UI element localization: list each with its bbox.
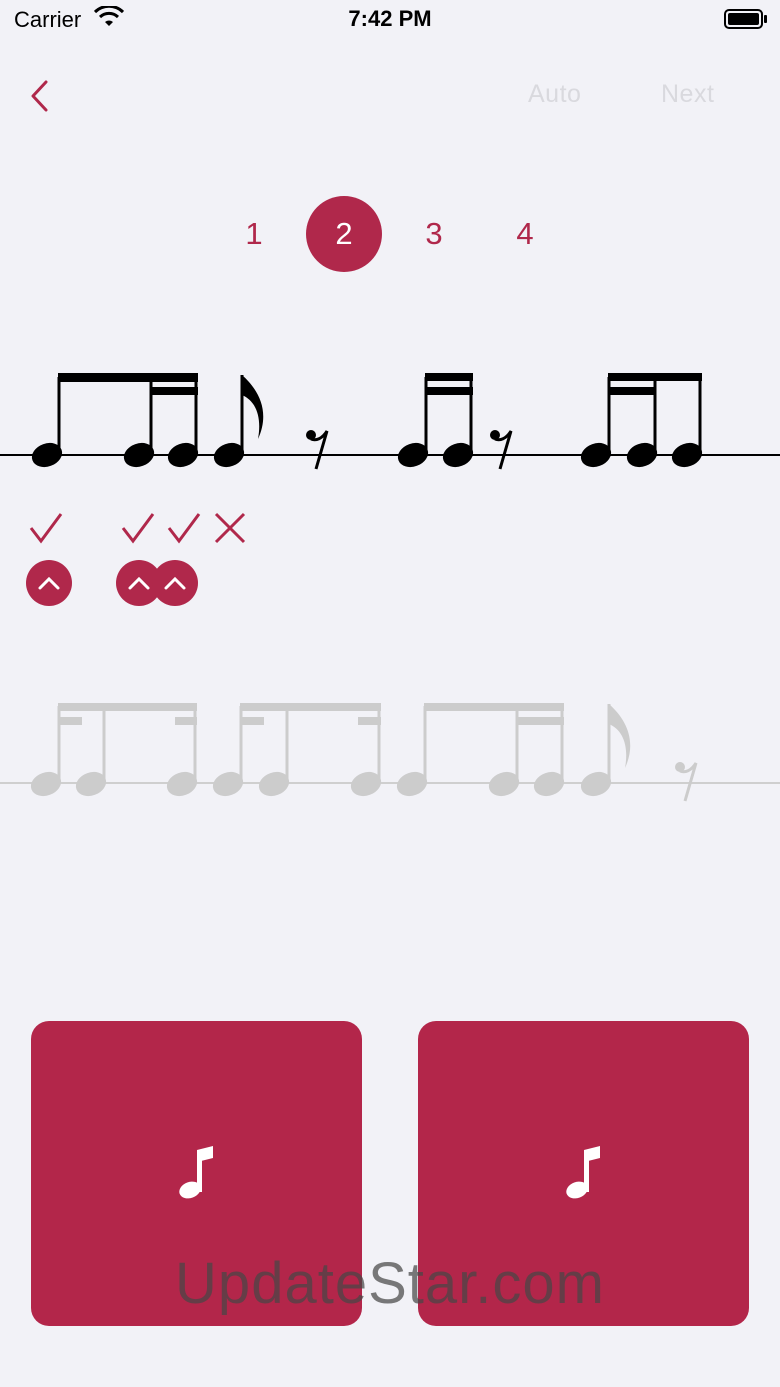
- hit-badge: [26, 560, 72, 606]
- eighth-note: [213, 375, 264, 468]
- cross-icon: [214, 512, 246, 544]
- chevron-left-icon: [31, 80, 48, 112]
- check-icon: [29, 513, 63, 544]
- music-note-icon: [178, 1145, 213, 1198]
- tap-feedback: [0, 505, 780, 615]
- eighth-rest: [675, 762, 698, 802]
- nav-bar: Auto Next: [0, 60, 780, 130]
- chevron-up-icon: [128, 576, 150, 590]
- status-bar: Carrier 7:42 PM: [0, 0, 780, 40]
- exercise-pager: 1 2 3 4: [0, 196, 780, 272]
- page-3-button[interactable]: 3: [396, 196, 472, 272]
- upcoming-rhythm-staff: [0, 703, 780, 802]
- clock: 7:42 PM: [348, 6, 432, 31]
- next-button[interactable]: Next: [661, 80, 714, 109]
- back-button[interactable]: [22, 74, 56, 118]
- current-rhythm-staff: [0, 373, 780, 470]
- hit-badge: [152, 560, 198, 606]
- eighth-rest: [306, 430, 329, 470]
- chevron-up-icon: [38, 576, 60, 590]
- page-4-button[interactable]: 4: [487, 196, 563, 272]
- note-group-b: [212, 703, 382, 797]
- note-group-c: [396, 703, 565, 797]
- eighth-note: [580, 704, 631, 797]
- check-icon: [167, 513, 201, 544]
- page-1-button[interactable]: 1: [216, 196, 292, 272]
- note-group-3: [580, 373, 703, 468]
- check-icon: [121, 513, 155, 544]
- music-note-icon: [565, 1145, 600, 1198]
- watermark: UpdateStar.com: [175, 1251, 605, 1316]
- battery-icon: [724, 9, 767, 29]
- eighth-rest: [490, 430, 513, 470]
- page-2-button[interactable]: 2: [306, 196, 382, 272]
- chevron-up-icon: [164, 576, 186, 590]
- note-group-a: [30, 703, 198, 797]
- auto-button[interactable]: Auto: [528, 80, 581, 109]
